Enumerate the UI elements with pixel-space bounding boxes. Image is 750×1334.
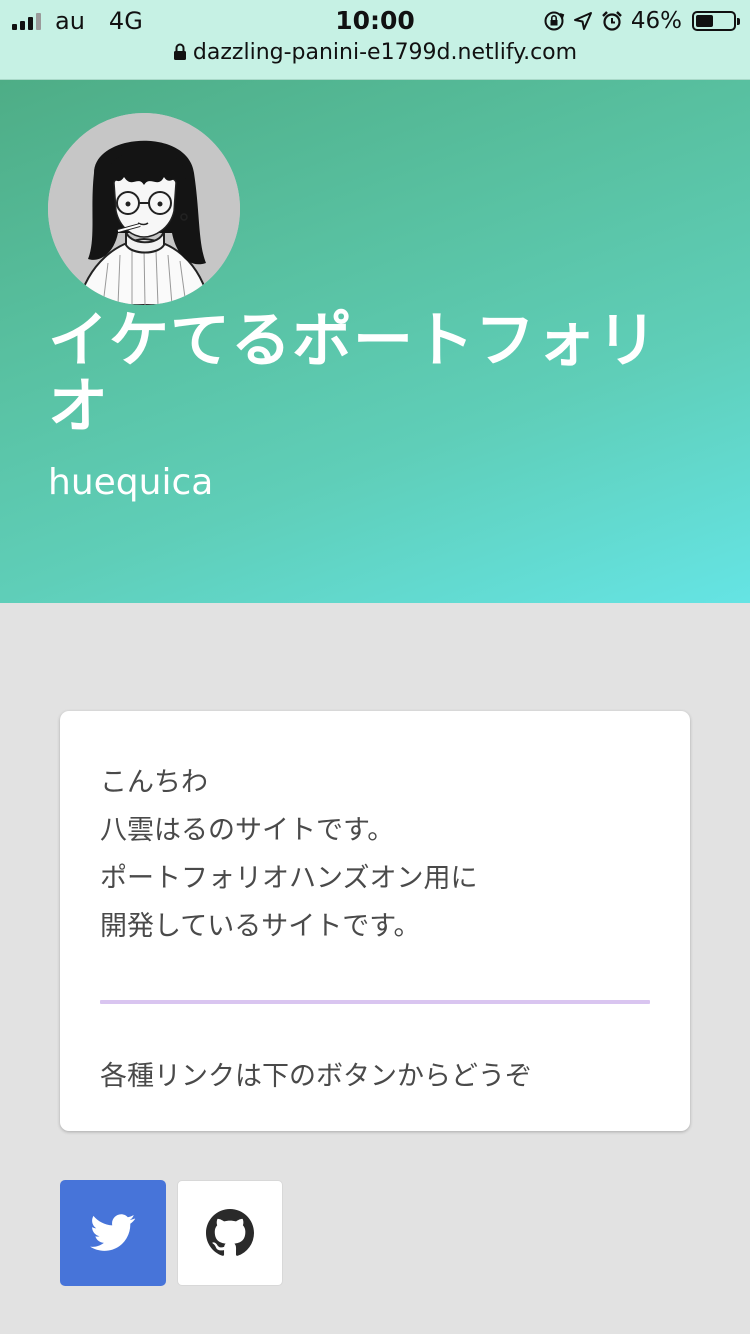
intro-line: 開発しているサイトです。 bbox=[100, 911, 421, 942]
page-title: イケてるポートフォリオ bbox=[48, 306, 658, 442]
alarm-icon bbox=[602, 11, 622, 31]
lock-icon bbox=[173, 43, 186, 60]
card-divider bbox=[100, 1000, 650, 1004]
intro-line: こんちわ bbox=[100, 767, 208, 798]
status-bar: au 4G 10:00 46% dazzling-panini-e1799d.n… bbox=[0, 0, 750, 80]
github-button[interactable] bbox=[177, 1180, 283, 1286]
url-bar[interactable]: dazzling-panini-e1799d.netlify.com bbox=[0, 38, 750, 68]
twitter-icon bbox=[90, 1214, 136, 1251]
status-right: 46% bbox=[543, 6, 740, 36]
battery-level bbox=[696, 15, 713, 27]
intro-text: こんちわ 八雲はるのサイトです。 ポートフォリオハンズオン用に 開発しているサイ… bbox=[100, 759, 650, 951]
url-text: dazzling-panini-e1799d.netlify.com bbox=[192, 40, 578, 65]
hero-section: イケてるポートフォリオ huequica bbox=[0, 80, 750, 603]
battery-icon bbox=[692, 11, 740, 31]
github-icon bbox=[206, 1209, 254, 1256]
links-caption: 各種リンクは下のボタンからどうぞ bbox=[100, 1061, 532, 1092]
avatar-illustration bbox=[48, 113, 240, 305]
intro-line: ポートフォリオハンズオン用に bbox=[100, 863, 478, 894]
intro-card: こんちわ 八雲はるのサイトです。 ポートフォリオハンズオン用に 開発しているサイ… bbox=[60, 711, 690, 1131]
twitter-button[interactable] bbox=[60, 1180, 166, 1286]
battery-percent: 46% bbox=[630, 8, 682, 34]
page-subtitle: huequica bbox=[48, 462, 214, 503]
rotation-lock-icon bbox=[544, 11, 565, 31]
intro-line: 八雲はるのサイトです。 bbox=[100, 815, 395, 846]
location-icon bbox=[573, 12, 592, 30]
avatar bbox=[48, 113, 240, 305]
